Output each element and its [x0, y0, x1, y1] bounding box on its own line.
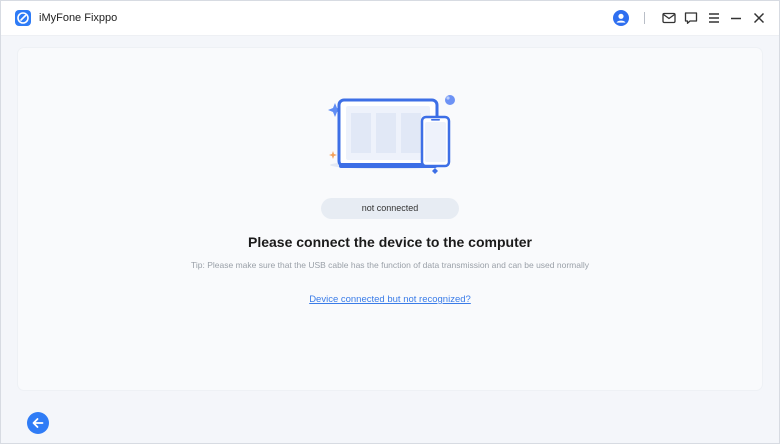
close-icon[interactable]: [751, 10, 767, 26]
app-title: iMyFone Fixppo: [39, 12, 118, 24]
title-bar: iMyFone Fixppo: [1, 1, 779, 36]
device-connection-illustration: [324, 93, 464, 183]
user-icon[interactable]: [613, 10, 629, 26]
app-logo-icon: [15, 10, 31, 26]
main-panel: not connected Please connect the device …: [18, 48, 762, 390]
mail-icon[interactable]: [661, 10, 677, 26]
back-button[interactable]: [27, 412, 49, 434]
page-title: Please connect the device to the compute…: [248, 234, 532, 250]
titlebar-divider: [644, 12, 645, 24]
arrow-left-icon: [32, 418, 44, 428]
menu-icon[interactable]: [706, 10, 722, 26]
app-window: iMyFone Fixppo not connected Please conn…: [0, 0, 780, 444]
minimize-icon[interactable]: [728, 10, 744, 26]
help-link-container: Device connected but not recognized?: [18, 294, 762, 305]
device-not-recognized-link[interactable]: Device connected but not recognized?: [309, 294, 471, 305]
tip-text: Tip: Please make sure that the USB cable…: [191, 260, 589, 270]
feedback-icon[interactable]: [683, 10, 699, 26]
connection-status-badge: not connected: [321, 198, 459, 219]
